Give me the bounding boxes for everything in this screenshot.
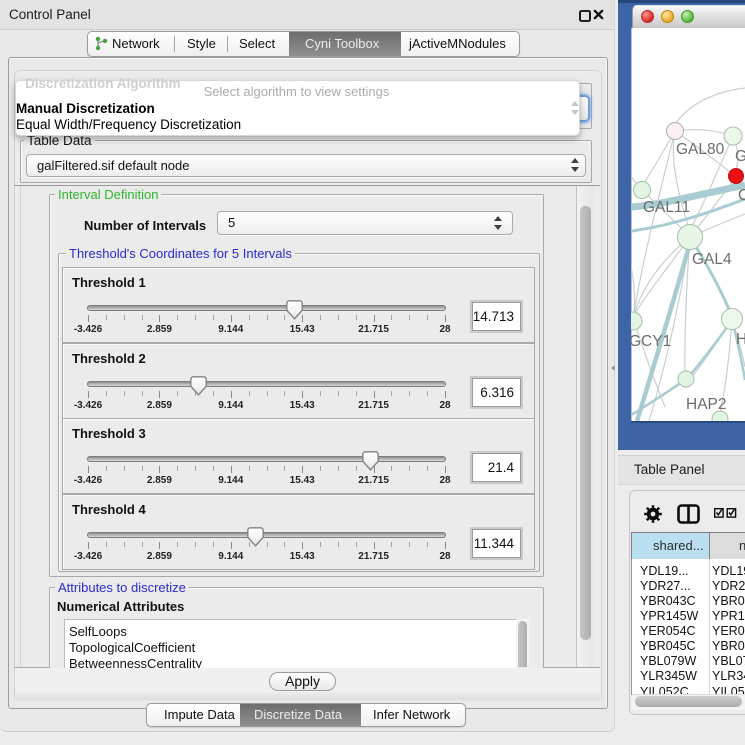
svg-text:GAL7: GAL7 [735,148,745,165]
svg-text:GAL80: GAL80 [676,141,725,158]
svg-text:GAL11: GAL11 [643,199,690,216]
svg-text:GCY1: GCY1 [631,333,671,350]
svg-text:HI: HI [736,331,745,348]
svg-text:HAP2: HAP2 [686,396,727,413]
svg-text:GAL4: GAL4 [692,251,732,268]
svg-text:CY: CY [738,187,745,204]
